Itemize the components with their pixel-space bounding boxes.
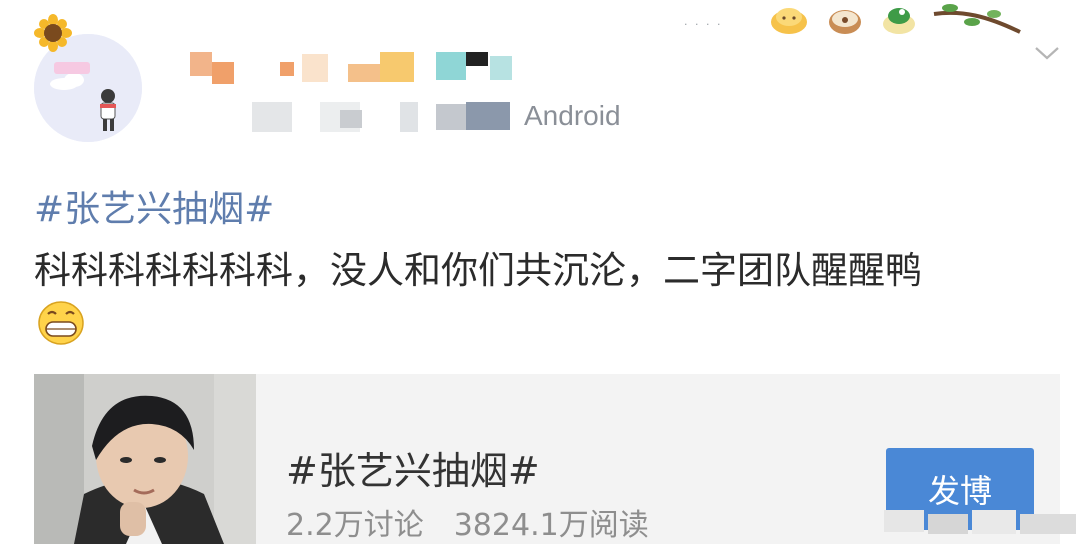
bun-sticker-icon [771,8,807,34]
grin-emoji-icon [38,301,84,345]
branch-sticker-icon [933,4,1021,34]
cupcake-sticker-icon [883,8,915,34]
username-mosaic[interactable] [190,48,520,88]
topic-photo-image [34,374,256,544]
sunflower-icon [34,14,72,52]
post-text: 科科科科科科科，没人和你们共沉沦，二字团队醒醒鸭 [34,249,922,292]
topic-discussions: 2.2万讨论 [286,508,424,543]
topic-reads: 3824.1万阅读 [453,508,649,543]
topic-title[interactable]: #张艺兴抽烟# [286,440,540,495]
topic-photo [34,374,256,544]
donut-sticker-icon [829,10,861,34]
meta-mosaic [240,96,530,136]
post-source: Android [524,100,621,131]
topic-stats: 2.2万讨论 3824.1万阅读 [286,500,679,544]
post-hashtag-link[interactable]: #张艺兴抽烟# [34,180,274,232]
chevron-down-icon[interactable] [1034,44,1060,62]
decoration-dots: · ‧ · ‧ [684,18,723,31]
header-decoration: · ‧ · ‧ [684,0,1044,44]
watermark-mosaic [880,506,1084,544]
